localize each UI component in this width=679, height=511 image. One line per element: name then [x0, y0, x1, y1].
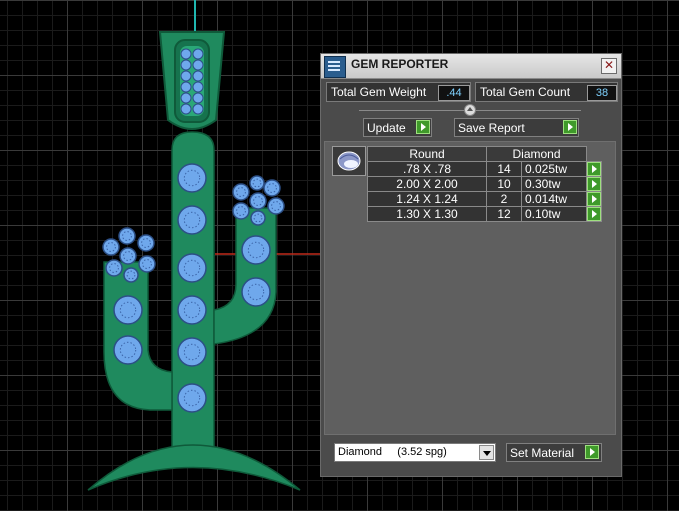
gem-stone [102, 238, 120, 256]
update-label: Update [367, 121, 406, 135]
set-material-button[interactable]: Set Material [506, 443, 602, 462]
gem-stone [232, 202, 250, 220]
play-arrow-icon [587, 162, 601, 176]
gem-stone [249, 175, 265, 191]
gem-stone [180, 103, 192, 115]
collapse-toggle-icon[interactable] [464, 104, 476, 116]
play-arrow-icon [587, 192, 601, 206]
total-gem-count-label: Total Gem Count [480, 85, 571, 99]
gem-stone [180, 70, 192, 82]
gem-stone [177, 205, 207, 235]
gem-stone [263, 179, 281, 197]
title-bar[interactable]: GEM REPORTER ✕ [321, 54, 621, 79]
row-select-button[interactable] [586, 176, 602, 192]
gem-stone [177, 163, 207, 193]
gem-weight: 0.014tw [521, 191, 587, 207]
material-select[interactable]: Diamond (3.52 spg) [334, 443, 496, 462]
play-arrow-icon [416, 120, 430, 134]
row-select-button[interactable] [586, 206, 602, 222]
gem-stone [177, 253, 207, 283]
gem-stone [232, 183, 250, 201]
gem-count: 10 [486, 176, 522, 192]
play-arrow-icon [587, 207, 601, 221]
material-select-value: Diamond (3.52 spg) [338, 446, 447, 458]
gem-stone [241, 235, 271, 265]
total-gem-weight-label: Total Gem Weight [331, 85, 427, 99]
gem-table: Round Diamond .78 X .78 14 0.025tw 2.00 … [367, 146, 602, 222]
table-header-row: Round Diamond [367, 146, 602, 162]
chevron-down-icon[interactable] [479, 445, 494, 460]
gem-stone [192, 92, 204, 104]
gem-size: 1.24 X 1.24 [367, 191, 487, 207]
gem-stone [177, 295, 207, 325]
play-arrow-icon [587, 177, 601, 191]
gem-stone [113, 295, 143, 325]
table-row: 1.30 X 1.30 12 0.10tw [367, 206, 602, 222]
total-gem-weight-value: .44 [438, 85, 470, 101]
gem-stone [192, 70, 204, 82]
save-report-button[interactable]: Save Report [454, 118, 579, 137]
total-gem-count-value: 38 [587, 85, 617, 101]
gem-stone [113, 335, 143, 365]
gem-stone [177, 337, 207, 367]
gem-reporter-panel: GEM REPORTER ✕ Total Gem Weight .44 Tota… [320, 53, 622, 477]
gem-stone [180, 81, 192, 93]
gem-stone [192, 48, 204, 60]
total-gem-weight-box: Total Gem Weight .44 [326, 82, 471, 102]
row-select-button[interactable] [586, 191, 602, 207]
gem-count: 12 [486, 206, 522, 222]
gem-stone [241, 277, 271, 307]
gem-size: 1.30 X 1.30 [367, 206, 487, 222]
gem-count: 2 [486, 191, 522, 207]
gem-size: 2.00 X 2.00 [367, 176, 487, 192]
play-arrow-icon [563, 120, 577, 134]
save-report-label: Save Report [458, 121, 525, 135]
total-gem-count-box: Total Gem Count 38 [475, 82, 618, 102]
table-row: 1.24 X 1.24 2 0.014tw [367, 191, 602, 207]
gem-stone [250, 210, 266, 226]
gem-stone [138, 255, 156, 273]
gem-stone [180, 59, 192, 71]
panel-title: GEM REPORTER [351, 57, 449, 71]
table-row: .78 X .78 14 0.025tw [367, 161, 602, 177]
set-material-label: Set Material [510, 446, 575, 460]
gem-stone [192, 81, 204, 93]
gem-stone [123, 267, 139, 283]
table-row: 2.00 X 2.00 10 0.30tw [367, 176, 602, 192]
gem-stone [180, 92, 192, 104]
gem-weight: 0.025tw [521, 161, 587, 177]
gem-stone [249, 192, 267, 210]
gem-reporter-icon [324, 56, 346, 78]
gem-weight: 0.30tw [521, 176, 587, 192]
close-icon[interactable]: ✕ [601, 58, 617, 74]
gem-stone [192, 103, 204, 115]
table-header-shape: Round [367, 146, 487, 162]
gem-count: 14 [486, 161, 522, 177]
play-arrow-icon [585, 445, 599, 459]
gem-stone [180, 48, 192, 60]
gem-size: .78 X .78 [367, 161, 487, 177]
gem-stone [177, 383, 207, 413]
gem-stone [137, 234, 155, 252]
gem-stone [118, 227, 136, 245]
round-gem-icon[interactable] [332, 146, 366, 176]
update-button[interactable]: Update [363, 118, 432, 137]
gem-stone [105, 259, 123, 277]
row-select-button[interactable] [586, 161, 602, 177]
gem-stone [119, 247, 137, 265]
gem-stone [192, 59, 204, 71]
gem-weight: 0.10tw [521, 206, 587, 222]
table-header-material: Diamond [486, 146, 587, 162]
gem-stone [267, 197, 285, 215]
